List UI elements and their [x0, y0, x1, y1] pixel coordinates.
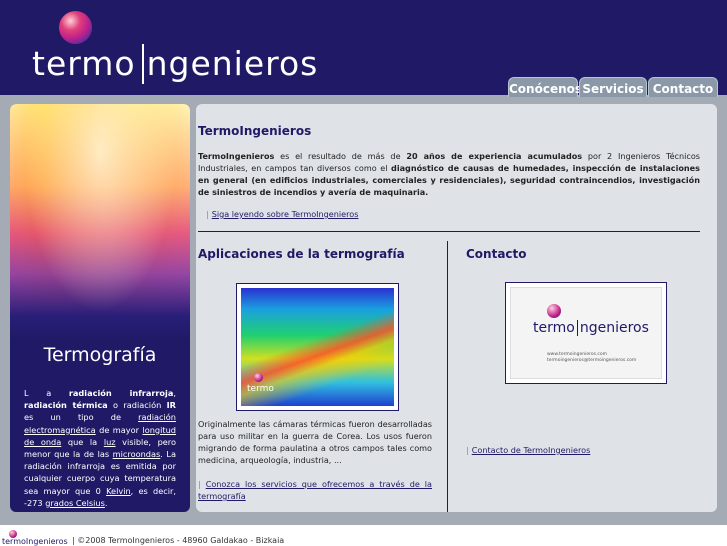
thermal-logo-text: termo [247, 384, 274, 394]
card-logo: termo ngenieros [533, 320, 649, 336]
thermal-image: termo [236, 283, 399, 411]
divider [198, 231, 700, 232]
intro-text: TermoIngenieros es el resultado de más d… [198, 151, 700, 197]
logo-ball-icon [59, 11, 92, 44]
logo[interactable]: termo ngenieros [32, 44, 318, 84]
link-grados-celsius[interactable]: grados Celsius [45, 498, 105, 508]
business-card-image: termo ngenieros www.termoingenieros.com te… [505, 282, 667, 384]
business-card: termo ngenieros www.termoingenieros.com te… [510, 287, 662, 379]
tab-servicios[interactable]: Servicios [579, 77, 647, 97]
logo-text-left: termo [32, 44, 136, 83]
tab-conocenos[interactable]: Conócenos [508, 77, 582, 97]
link-kelvin[interactable]: Kelvin [106, 486, 131, 496]
card-logo-icon [547, 304, 561, 318]
thermal-logo-icon [254, 373, 263, 382]
link-luz[interactable]: luz [104, 437, 116, 447]
spectrum-glow [10, 104, 190, 340]
aplicaciones-text: Originalmente las cámaras térmicas fuero… [198, 419, 432, 465]
column-divider [447, 241, 448, 512]
tab-contacto[interactable]: Contacto [648, 77, 718, 97]
aplicaciones-link[interactable]: | Conozca los servicios que ofrecemos a … [198, 478, 432, 502]
sidebar-termografia: Termografía L a radiación infrarroja, ra… [10, 104, 190, 512]
footer-text: | ©2008 TermoIngenieros - 48960 Galdakao… [72, 536, 285, 545]
sidebar-title: Termografía [43, 344, 157, 366]
contacto-title: Contacto [466, 247, 527, 261]
contacto-link[interactable]: | Contacto de TermoIngenieros [466, 445, 590, 455]
intro-link[interactable]: | Siga leyendo sobre TermoIngenieros [206, 209, 358, 219]
sidebar-text: L a radiación infrarroja, radiación térm… [24, 388, 177, 508]
aplicaciones-title: Aplicaciones de la termografía [198, 247, 405, 261]
logo-text-right: ngenieros [146, 44, 319, 83]
logo-divider [141, 44, 144, 84]
link-microondas[interactable]: microondas [113, 449, 161, 459]
card-details: www.termoingenieros.com termoingenieros@t… [547, 352, 637, 363]
intro-title: TermoIngenieros [198, 124, 312, 138]
